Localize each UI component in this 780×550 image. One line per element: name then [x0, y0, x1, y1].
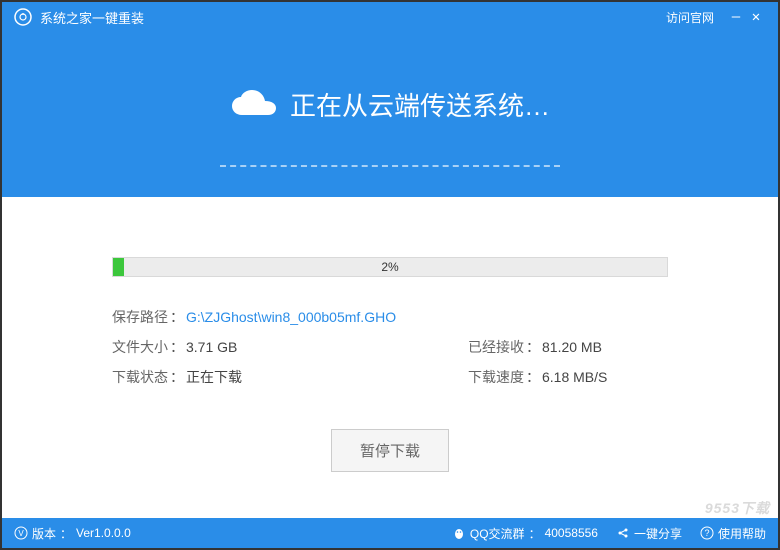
file-size-label: 文件大小	[112, 337, 168, 357]
state-value: 正在下载	[186, 367, 242, 387]
download-panel: 2% 保存路径 ： G:\ZJGhost\win8_000b05mf.GHO 文…	[2, 197, 778, 472]
pause-download-button[interactable]: 暂停下载	[331, 429, 449, 472]
file-size-value: 3.71 GB	[186, 339, 237, 355]
help-icon: ?	[700, 526, 714, 540]
minimize-button[interactable]: —	[726, 9, 746, 25]
svg-text:?: ?	[704, 528, 709, 538]
official-site-link[interactable]: 访问官网	[666, 9, 714, 26]
app-title: 系统之家一键重装	[40, 8, 144, 27]
version-label: 版本	[32, 525, 56, 542]
state-label: 下载状态	[112, 367, 168, 387]
save-path-label: 保存路径	[112, 307, 168, 327]
received-value: 81.20 MB	[542, 339, 602, 355]
progress-percent-label: 2%	[113, 258, 667, 276]
version-section: V 版本 ： Ver1.0.0.0	[14, 525, 131, 542]
qq-group-label: QQ交流群	[470, 525, 525, 542]
cloud-icon	[230, 89, 278, 121]
watermark: 9553下载	[705, 498, 770, 518]
decorative-dashes	[220, 165, 560, 167]
header-banner: 正在从云端传送系统…	[2, 32, 778, 197]
version-value: Ver1.0.0.0	[76, 526, 131, 540]
share-label: 一键分享	[634, 525, 682, 542]
help-label: 使用帮助	[718, 525, 766, 542]
share-icon	[616, 526, 630, 540]
qq-icon	[452, 526, 466, 540]
speed-label: 下载速度	[468, 367, 524, 387]
qq-group-value: 40058556	[545, 526, 598, 540]
help-section[interactable]: ? 使用帮助	[700, 525, 766, 542]
app-logo-icon	[14, 8, 32, 26]
received-label: 已经接收	[468, 337, 524, 357]
speed-value: 6.18 MB/S	[542, 369, 607, 385]
statusbar: V 版本 ： Ver1.0.0.0 QQ交流群 ： 40058556 一键分享 …	[2, 518, 778, 548]
close-button[interactable]: ✕	[746, 9, 766, 25]
qq-group-section[interactable]: QQ交流群 ： 40058556	[452, 525, 598, 542]
progress-bar-wrap: 2%	[112, 257, 668, 277]
progress-bar: 2%	[112, 257, 668, 277]
titlebar: 系统之家一键重装 访问官网 — ✕	[2, 2, 778, 32]
svg-text:V: V	[18, 529, 24, 538]
save-path-value[interactable]: G:\ZJGhost\win8_000b05mf.GHO	[186, 309, 396, 325]
share-section[interactable]: 一键分享	[616, 525, 682, 542]
download-info: 保存路径 ： G:\ZJGhost\win8_000b05mf.GHO 文件大小…	[112, 307, 668, 387]
header-status-text: 正在从云端传送系统…	[290, 86, 550, 123]
version-icon: V	[14, 526, 28, 540]
